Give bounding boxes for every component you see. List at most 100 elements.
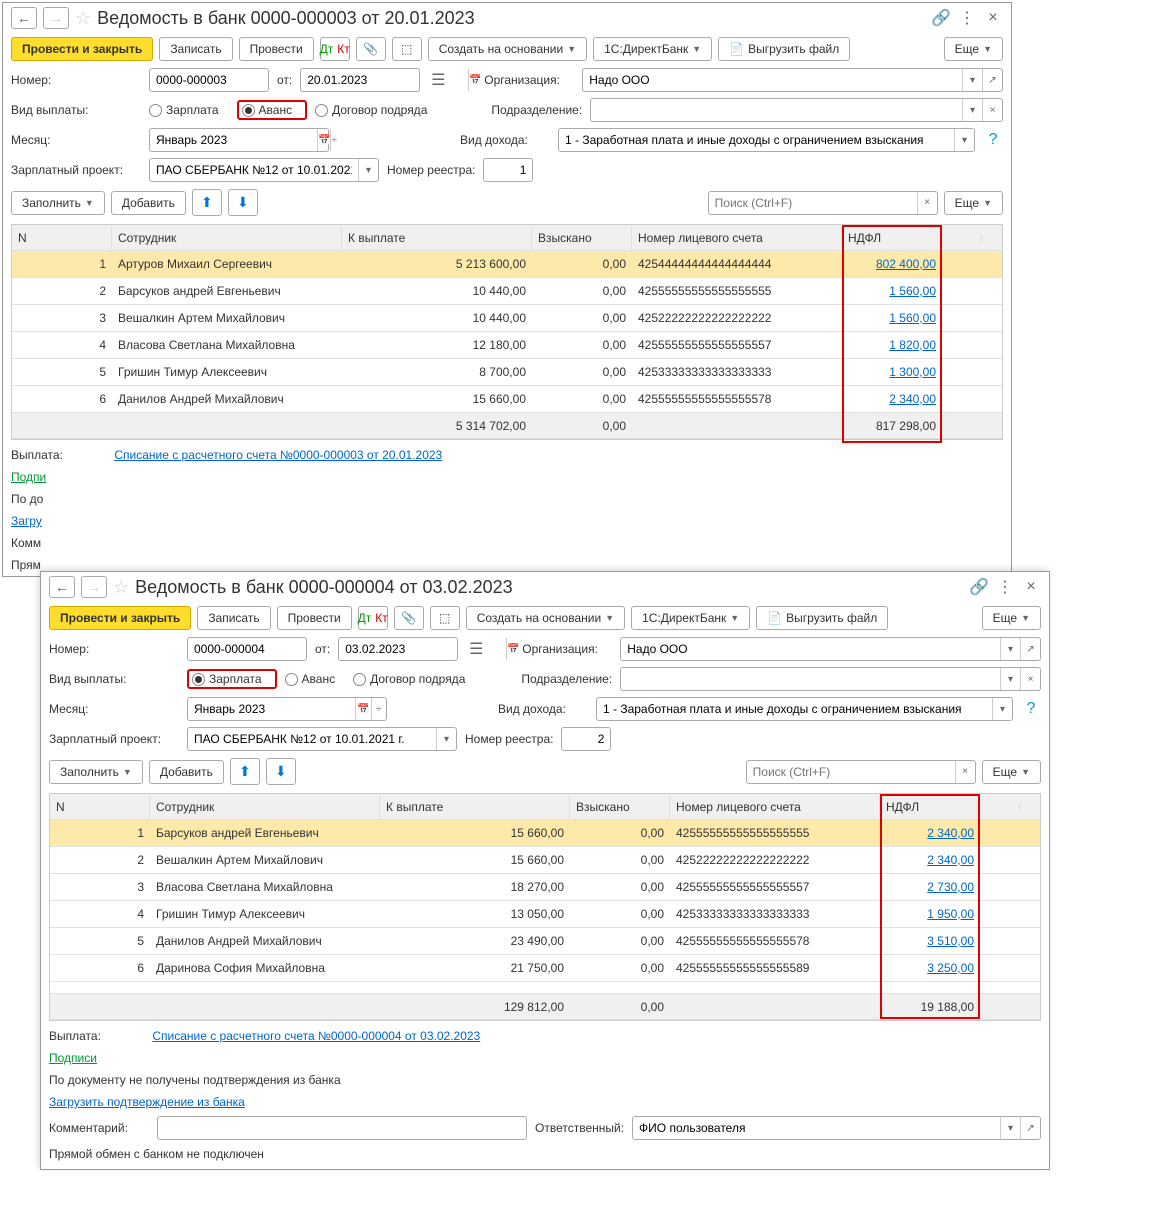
link-icon[interactable]: 🔗 [969, 577, 989, 597]
org-input[interactable] [621, 640, 1000, 658]
table-row[interactable]: 5Данилов Андрей Михайлович23 490,000,004… [50, 928, 1040, 955]
table-row[interactable]: 3Власова Светлана Михайловна18 270,000,0… [50, 874, 1040, 901]
create-base-button[interactable]: Создать на основании ▼ [466, 606, 625, 630]
help-icon[interactable]: ? [983, 130, 1003, 150]
calendar-icon[interactable]: 📅 [317, 129, 330, 151]
dropdown-icon[interactable]: ▾ [1000, 638, 1020, 660]
cell-ndfl[interactable]: 2 730,00 [880, 876, 980, 898]
dropdown-icon[interactable]: ▾ [358, 159, 378, 181]
clear-icon[interactable]: × [982, 99, 1002, 121]
col-collected[interactable]: Взыскано [532, 227, 632, 249]
cell-ndfl[interactable]: 3 510,00 [880, 930, 980, 952]
directbank-button[interactable]: 1С:ДиректБанк ▼ [593, 37, 712, 61]
radio-contract[interactable]: Договор подряда [353, 672, 465, 686]
stepper-icon[interactable]: ÷ [371, 698, 387, 720]
dropdown-icon[interactable]: ▾ [436, 728, 456, 750]
table-row[interactable]: 3Вешалкин Артем Михайлович10 440,000,004… [12, 305, 1002, 332]
dropdown-icon[interactable]: ▾ [1000, 1117, 1020, 1139]
month-input[interactable] [188, 700, 355, 718]
close-icon[interactable]: × [1021, 577, 1041, 597]
table-row[interactable]: 2Вешалкин Артем Михайлович15 660,000,004… [50, 847, 1040, 874]
radio-advance[interactable]: Аванс [242, 103, 293, 117]
forward-button[interactable]: → [43, 7, 69, 29]
col-collected[interactable]: Взыскано [570, 796, 670, 818]
stepper-icon[interactable]: ÷ [330, 129, 337, 151]
col-n[interactable]: N [12, 227, 112, 249]
radio-contract[interactable]: Договор подряда [315, 103, 427, 117]
col-emp[interactable]: Сотрудник [112, 227, 342, 249]
kebab-icon[interactable]: ⋮ [995, 577, 1015, 597]
forward-button[interactable]: → [81, 576, 107, 598]
kebab-icon[interactable]: ⋮ [957, 8, 977, 28]
calendar-icon[interactable]: 📅 [355, 698, 371, 720]
upload-file-button[interactable]: 📄 Выгрузить файл [718, 37, 850, 61]
related-button[interactable]: ⬚ [392, 37, 422, 61]
col-emp[interactable]: Сотрудник [150, 796, 380, 818]
cell-ndfl[interactable]: 1 300,00 [842, 361, 942, 383]
payout-link[interactable]: Списание с расчетного счета №0000-000003… [114, 448, 442, 462]
help-icon[interactable]: ? [1021, 699, 1041, 719]
table-row[interactable]: 5Гришин Тимур Алексеевич8 700,000,004253… [12, 359, 1002, 386]
info-icon[interactable]: ☰ [466, 639, 486, 659]
radio-salary[interactable]: Зарплата [149, 103, 219, 117]
table-row[interactable]: 1Артуров Михаил Сергеевич5 213 600,000,0… [12, 251, 1002, 278]
back-button[interactable]: ← [49, 576, 75, 598]
col-ndfl[interactable]: НДФЛ [842, 227, 942, 249]
col-account[interactable]: Номер лицевого счета [632, 227, 842, 249]
related-button[interactable]: ⬚ [430, 606, 460, 630]
dropdown-icon[interactable]: ▾ [962, 99, 982, 121]
open-icon[interactable]: ↗ [982, 69, 1002, 91]
create-base-button[interactable]: Создать на основании ▼ [428, 37, 587, 61]
cell-ndfl[interactable]: 1 560,00 [842, 307, 942, 329]
open-icon[interactable]: ↗ [1020, 1117, 1040, 1139]
cell-ndfl[interactable]: 2 340,00 [842, 388, 942, 410]
dropdown-icon[interactable]: ▾ [962, 69, 982, 91]
back-button[interactable]: ← [11, 7, 37, 29]
dropdown-icon[interactable]: ▾ [954, 129, 974, 151]
move-up-button[interactable]: ⬆ [192, 189, 222, 216]
income-input[interactable] [597, 700, 992, 718]
more-button[interactable]: Еще ▼ [982, 606, 1041, 630]
table-row[interactable]: 6Даринова София Михайловна21 750,000,004… [50, 955, 1040, 982]
radio-salary[interactable]: Зарплата [192, 672, 262, 686]
link-icon[interactable]: 🔗 [931, 8, 951, 28]
attach-button[interactable]: 📎 [356, 37, 386, 61]
division-input[interactable] [621, 670, 1000, 688]
cell-ndfl[interactable]: 1 950,00 [880, 903, 980, 925]
comment-input[interactable] [158, 1119, 526, 1137]
fill-button[interactable]: Заполнить ▼ [11, 191, 105, 215]
cell-ndfl[interactable]: 1 560,00 [842, 280, 942, 302]
table-row[interactable]: 2Барсуков андрей Евгеньевич10 440,000,00… [12, 278, 1002, 305]
cell-ndfl[interactable]: 2 340,00 [880, 822, 980, 844]
sign-link[interactable]: Подпи [11, 470, 46, 484]
dtkt-button[interactable]: ДтКт [320, 37, 350, 61]
cell-ndfl[interactable]: 1 820,00 [842, 334, 942, 356]
attach-button[interactable]: 📎 [394, 606, 424, 630]
write-button[interactable]: Записать [197, 606, 270, 630]
col-pay[interactable]: К выплате [380, 796, 570, 818]
income-input[interactable] [559, 131, 954, 149]
more-table-button[interactable]: Еще ▼ [982, 760, 1041, 784]
calendar-icon[interactable]: 📅 [468, 69, 481, 91]
col-ndfl[interactable]: НДФЛ [880, 796, 980, 818]
favorite-icon[interactable]: ☆ [113, 577, 129, 598]
col-account[interactable]: Номер лицевого счета [670, 796, 880, 818]
info-icon[interactable]: ☰ [428, 70, 448, 90]
responsible-input[interactable] [633, 1119, 1000, 1137]
post-button[interactable]: Провести [277, 606, 352, 630]
add-button[interactable]: Добавить [149, 760, 224, 784]
add-button[interactable]: Добавить [111, 191, 186, 215]
move-down-button[interactable]: ⬇ [266, 758, 296, 785]
post-close-button[interactable]: Провести и закрыть [11, 37, 153, 61]
cell-ndfl[interactable]: 3 250,00 [880, 957, 980, 979]
month-input[interactable] [150, 131, 317, 149]
clear-icon[interactable]: × [917, 192, 937, 214]
move-up-button[interactable]: ⬆ [230, 758, 260, 785]
table-row[interactable]: 4Власова Светлана Михайловна12 180,000,0… [12, 332, 1002, 359]
close-icon[interactable]: × [983, 8, 1003, 28]
more-table-button[interactable]: Еще ▼ [944, 191, 1003, 215]
table-row[interactable]: 1Барсуков андрей Евгеньевич15 660,000,00… [50, 820, 1040, 847]
registry-input[interactable] [484, 161, 532, 179]
search-input[interactable] [709, 194, 917, 212]
load-link[interactable]: Загру [11, 514, 42, 528]
